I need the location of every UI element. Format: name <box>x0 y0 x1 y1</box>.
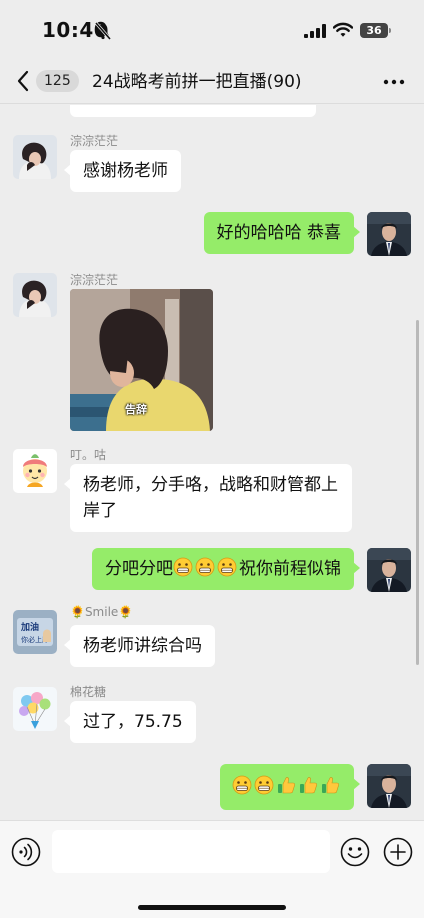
sender-name: 淙淙茫茫 <box>70 273 119 287</box>
message-list[interactable]: 淙淙茫茫 感谢杨老师 好的哈哈哈 恭喜 淙淙茫茫 告辞 叮。咕 杨老师，分手咯，… <box>0 105 424 820</box>
grin-emoji-icon <box>195 557 215 577</box>
back-chevron-icon[interactable] <box>16 70 30 92</box>
message-text: 祝你前程似锦 <box>239 559 341 579</box>
message-bubble-outgoing[interactable] <box>220 764 360 810</box>
mute-bell-icon <box>95 22 111 40</box>
message-text: 分吧分吧 <box>105 559 173 579</box>
emoji-picker-icon[interactable] <box>340 837 370 867</box>
message-bubble[interactable]: 杨老师讲综合吗 <box>64 625 215 667</box>
avatar-mianhuatang[interactable] <box>13 687 57 731</box>
message-input[interactable] <box>52 830 330 873</box>
grin-emoji-icon <box>217 557 237 577</box>
input-bar <box>0 820 424 918</box>
wifi-icon <box>333 22 353 37</box>
avatar-smile[interactable]: 加油 你必上岸 <box>13 610 57 654</box>
thumbs-up-emoji-icon <box>278 777 295 794</box>
image-caption: 告辞 <box>125 403 147 416</box>
voice-input-icon[interactable] <box>11 837 41 867</box>
message-bubble[interactable]: 感谢杨老师 <box>64 150 181 192</box>
chat-header: 125 24战略考前拼一把直播(90) <box>0 60 424 104</box>
avatar-self[interactable] <box>367 764 411 808</box>
plus-more-icon[interactable] <box>383 837 413 867</box>
sender-name: 棉花糖 <box>70 685 107 699</box>
grin-emoji-icon <box>232 775 252 795</box>
chat-scrollbar[interactable] <box>416 320 419 665</box>
avatar-text: 加油 <box>20 621 39 633</box>
avatar-congcong[interactable] <box>13 135 57 179</box>
sender-name: 🌻Smile🌻 <box>70 605 134 619</box>
avatar-congcong[interactable] <box>13 273 57 317</box>
unread-count-badge[interactable]: 125 <box>36 70 79 92</box>
message-bubble[interactable]: 过了，75.75 <box>64 701 196 743</box>
message-bubble[interactable]: 杨老师，分手咯，战略和财管都上岸了 <box>64 464 352 532</box>
sender-name: 叮。咕 <box>70 448 107 462</box>
avatar-dingdong[interactable] <box>13 449 57 493</box>
avatar-self[interactable] <box>367 548 411 592</box>
chat-title: 24战略考前拼一把直播(90) <box>92 72 302 92</box>
thumbs-up-emoji-icon <box>322 777 339 794</box>
battery-level: 36 <box>360 23 388 38</box>
thumbs-up-emoji-icon <box>300 777 317 794</box>
more-options-icon[interactable] <box>382 71 406 93</box>
grin-emoji-icon <box>254 775 274 795</box>
message-bubble-outgoing[interactable]: 好的哈哈哈 恭喜 <box>203 212 361 254</box>
cellular-signal-icon <box>304 24 326 38</box>
battery-tip <box>389 28 391 33</box>
previous-message-bubble[interactable] <box>70 105 316 117</box>
sender-name: 淙淙茫茫 <box>70 134 119 148</box>
status-bar: 10:40 36 <box>0 0 424 60</box>
grin-emoji-icon <box>173 557 193 577</box>
message-bubble-outgoing[interactable]: 分吧分吧 祝你前程似锦 <box>92 548 360 590</box>
home-indicator <box>138 905 286 910</box>
avatar-self[interactable] <box>367 212 411 256</box>
